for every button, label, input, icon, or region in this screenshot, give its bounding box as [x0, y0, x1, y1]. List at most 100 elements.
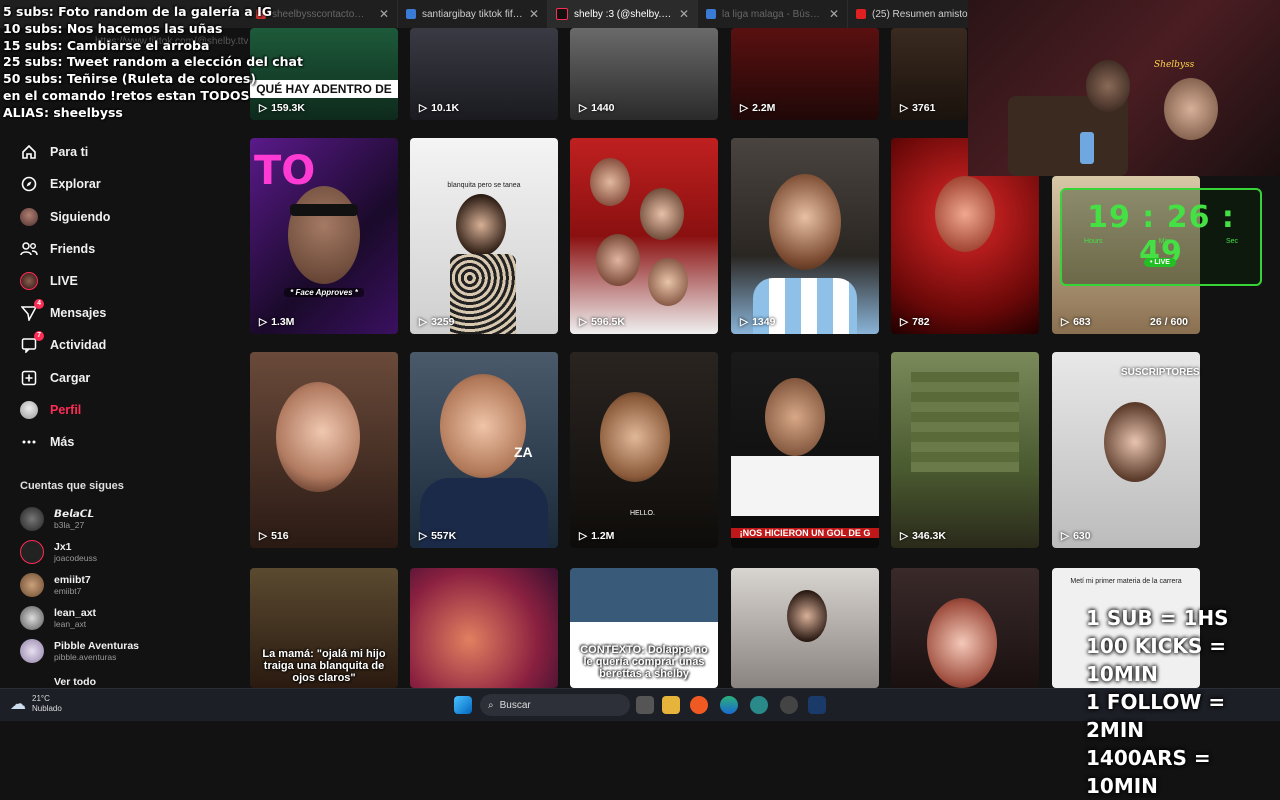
video-card[interactable]: ZA ▷ 557K [410, 352, 558, 548]
play-icon: ▷ [419, 530, 428, 542]
nav-actividad[interactable]: 7 Actividad [20, 331, 106, 357]
view-count-value: 1349 [752, 316, 776, 328]
video-caption: * Face Approves * [284, 288, 364, 297]
temperature: 21°C [32, 694, 50, 703]
video-card[interactable]: blanquita pero se tanea ▷ 3259 [410, 138, 558, 334]
browser-tab[interactable]: la liga malaga - Búsqueda ✕ [698, 0, 848, 28]
avatar [20, 639, 44, 663]
timer-labels: Hours Min Sec [1084, 238, 1238, 245]
nav-friends[interactable]: Friends [20, 237, 95, 261]
video-card[interactable]: ▷ 596.5K [570, 138, 718, 334]
compass-icon [20, 175, 38, 193]
play-icon: ▷ [579, 530, 588, 542]
video-card[interactable]: ▷ 516 [250, 352, 398, 548]
nav-perfil[interactable]: Perfil [20, 398, 81, 422]
video-card[interactable]: ▷ 3761 [891, 28, 967, 120]
see-all-link[interactable]: Ver todo [20, 676, 96, 688]
video-card[interactable] [891, 568, 1039, 688]
steam-icon[interactable] [808, 696, 826, 714]
view-count-value: 346.3K [912, 530, 946, 542]
app-icon[interactable] [750, 696, 768, 714]
video-caption: La mamá: "ojalá mi hijo traiga una blanq… [262, 648, 386, 684]
windows-start-icon[interactable] [454, 696, 472, 714]
video-caption: CONTEXTO: Dolappe no le quería comprar u… [580, 644, 708, 680]
person-face [765, 378, 825, 456]
following-account[interactable]: Jx1 joacodeuss [20, 540, 97, 564]
profile-icon [20, 401, 38, 419]
search-engine-icon [406, 9, 416, 19]
browser-tab-active[interactable]: shelby :3 (@shelby.ttv) | TikTok ✕ [548, 0, 698, 28]
close-icon[interactable]: ✕ [679, 7, 689, 21]
activity-icon: 7 [20, 331, 44, 354]
edge-icon[interactable] [720, 696, 738, 714]
close-icon[interactable]: ✕ [529, 7, 539, 21]
tiktok-icon [556, 8, 568, 20]
view-count-value: 1.2M [591, 530, 615, 542]
view-count: ▷ 782 [900, 316, 930, 328]
live-badge: • LIVE [1144, 258, 1176, 267]
video-card[interactable] [410, 568, 558, 688]
video-card[interactable]: HELLO. ▷ 1.2M [570, 352, 718, 548]
video-card[interactable]: ¡NOS HICIERON UN GOL DE G [731, 352, 879, 548]
search-engine-icon [706, 9, 716, 19]
nav-mas[interactable]: Más [20, 430, 74, 454]
view-count: ▷ 3259 [419, 316, 454, 328]
file-explorer-icon[interactable] [662, 696, 680, 714]
avatar [20, 540, 44, 564]
video-card[interactable]: TO * Face Approves * ▷ 1.3M [250, 138, 398, 334]
taskbar-search[interactable]: ⌕ Buscar [480, 694, 630, 716]
nav-label: Más [50, 435, 75, 449]
video-card[interactable]: La mamá: "ojalá mi hijo traiga una blanq… [250, 568, 398, 688]
view-count-value: 2.2M [752, 102, 776, 114]
video-card[interactable]: ▷ 630 [1052, 352, 1200, 548]
following-account[interactable]: emiibt7 emiibt7 [20, 573, 91, 597]
nav-siguiendo[interactable]: Siguiendo [20, 205, 110, 229]
subscribers-overlay-label: SUSCRIPTORES [1121, 367, 1200, 378]
task-view-icon[interactable] [636, 696, 654, 714]
nav-live[interactable]: LIVE [20, 269, 78, 293]
person-face [596, 234, 640, 286]
person-face [787, 590, 827, 642]
messages-icon: 4 [20, 299, 44, 322]
nav-explorar[interactable]: Explorar [20, 172, 101, 196]
account-username: joacodeuss [54, 552, 98, 563]
obs-icon[interactable] [780, 696, 798, 714]
account-name: emiibt7 [54, 573, 91, 586]
video-card[interactable]: ▷ 2.2M [731, 28, 879, 120]
play-icon: ▷ [579, 316, 588, 328]
video-card[interactable]: ▷ 1440 [570, 28, 718, 120]
close-icon[interactable]: ✕ [829, 7, 839, 21]
nav-mensajes[interactable]: 4 Mensajes [20, 299, 107, 325]
close-icon[interactable]: ✕ [379, 7, 389, 21]
nav-label: Mensajes [50, 306, 107, 320]
nav-para-ti[interactable]: Para ti [20, 140, 88, 164]
browser-tab[interactable]: santiargibay tiktok fifa - Búsqueda ✕ [398, 0, 548, 28]
stream-goals-overlay: 5 subs: Foto random de la galería a IG 1… [3, 4, 303, 122]
nav-cargar[interactable]: Cargar [20, 366, 90, 390]
video-card[interactable]: ▷ 1349 [731, 138, 879, 334]
goal-line: 1 SUB = 1HS [1086, 606, 1229, 630]
play-icon: ▷ [740, 316, 749, 328]
following-account[interactable]: Pibble Aventuras pibble.aventuras [20, 639, 139, 663]
streamer-person [1086, 60, 1130, 112]
video-card[interactable] [731, 568, 879, 688]
brave-icon[interactable] [690, 696, 708, 714]
video-card[interactable]: CONTEXTO: Dolappe no le quería comprar u… [570, 568, 718, 688]
view-count: ▷ 1.2M [579, 530, 614, 542]
play-icon: ▷ [259, 530, 268, 542]
streamer-person [1164, 78, 1218, 140]
video-card[interactable]: ▷ 10.1K [410, 28, 558, 120]
play-icon: ▷ [419, 316, 428, 328]
view-count: ▷ 1349 [740, 316, 775, 328]
weather-widget[interactable]: ☁ 21°C Nublado [10, 694, 62, 714]
tab-label: shelby :3 (@shelby.ttv) | TikTok [574, 8, 673, 20]
following-account[interactable]: 𝘽𝙚𝙡𝙖𝘾𝙇 b3la_27 [20, 507, 94, 531]
account-username: lean_axt [54, 618, 87, 629]
video-card[interactable]: ▷ 346.3K [891, 352, 1039, 548]
view-count: ▷ 346.3K [900, 530, 946, 542]
webcam-overlay: Shelbyss [968, 0, 1280, 176]
view-count: ▷ 630 [1061, 530, 1091, 542]
view-count-value: 630 [1073, 530, 1091, 542]
following-account[interactable]: lean_axt lean_axt [20, 606, 96, 630]
following-heading: Cuentas que sigues [20, 480, 124, 492]
